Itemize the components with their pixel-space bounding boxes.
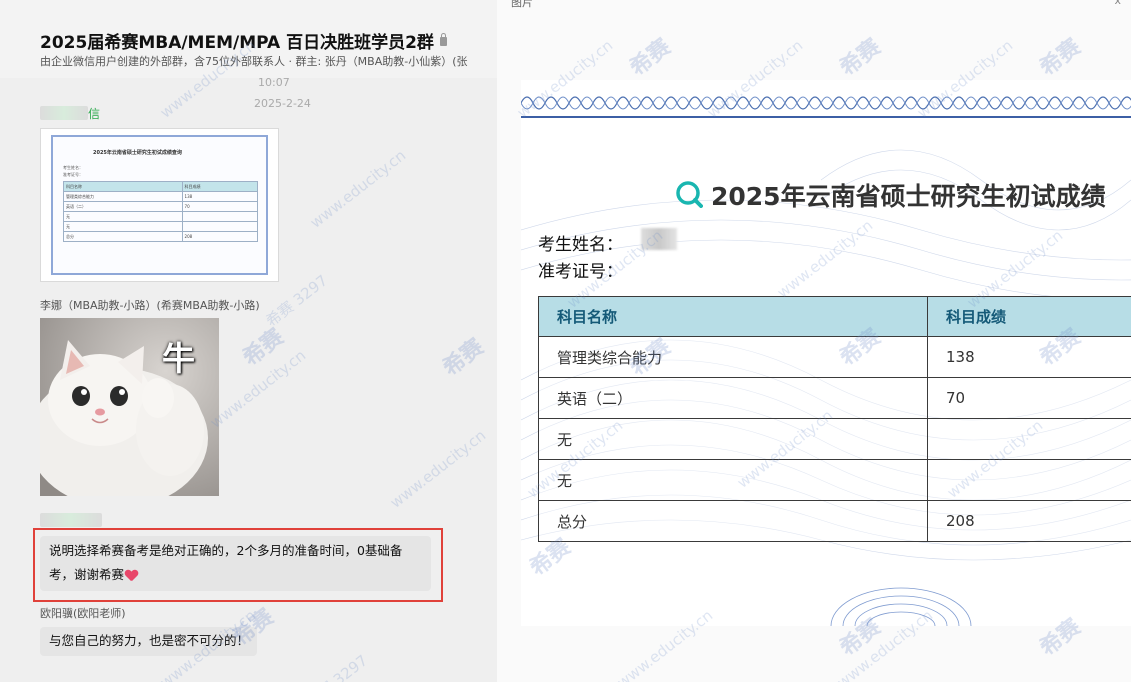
table-header-row: 科目名称 科目成绩 (538, 296, 1131, 337)
thumbnail-cell: 70 (181, 201, 259, 212)
sticker-caption: 牛 (162, 339, 195, 378)
subject-cell: 无 (538, 459, 928, 501)
search-logo-icon (676, 181, 703, 208)
table-row: 无 (538, 418, 1131, 460)
highlight-box (33, 528, 443, 602)
watermark-brand: 希赛 (438, 334, 489, 382)
thumbnail-cell: 208 (181, 231, 259, 242)
sender-name: 欧阳骥(欧阳老师) (40, 607, 126, 620)
thumbnail-cell: 英语（二） (63, 201, 183, 212)
watermark-brand: 希赛 (238, 324, 289, 372)
subject-cell: 管理类综合能力 (538, 336, 928, 378)
chat-pane: 2025届希赛MBA/MEM/MPA 百日决胜班学员2群 由企业微信用户创建的外… (0, 0, 497, 682)
thumbnail-cell: 科目成绩 (181, 181, 259, 192)
score-cell (927, 418, 1131, 460)
timestamp: 10:07 (258, 76, 290, 89)
table-row: 总分 208 (538, 500, 1131, 542)
column-header: 科目成绩 (927, 296, 1131, 337)
subject-cell: 无 (538, 418, 928, 460)
message-bubble[interactable]: 与您自己的努力，也是密不可分的！ (40, 627, 258, 656)
sender-name: 李娜（MBA助教-小路）(希赛MBA助教-小路) (40, 299, 260, 312)
watermark-brand: 希赛 (835, 34, 886, 82)
score-cell: 208 (927, 500, 1131, 542)
table-row: 管理类综合能力 138 (538, 336, 1131, 378)
thumbnail-cell (181, 221, 259, 232)
score-cell (927, 459, 1131, 501)
group-title-text: 2025届希赛MBA/MEM/MPA 百日决胜班学员2群 (40, 33, 434, 53)
timestamp-date: 2025-2-24 (254, 97, 311, 110)
group-title[interactable]: 2025届希赛MBA/MEM/MPA 百日决胜班学员2群 (40, 28, 447, 53)
candidate-name-label: 考生姓名： (538, 235, 623, 255)
candidate-name-redacted (641, 228, 677, 250)
table-row: 无 (538, 459, 1131, 501)
watermark-text: www.educity.cn (206, 346, 310, 432)
thumbnail-cell: 无 (63, 221, 183, 232)
blurred-sender-name (40, 106, 88, 120)
subject-cell: 英语（二） (538, 377, 928, 419)
watermark-brand: 希赛 (625, 34, 676, 82)
message-text: 与您自己的努力，也是密不可分的！ (49, 633, 250, 648)
thumbnail-title: 2025年云南省硕士研究生初试成绩查询 (93, 150, 182, 156)
thumbnail-cell: 总分 (63, 231, 183, 242)
viewer-tab[interactable]: 图片 (511, 0, 533, 10)
watermark-text: www.educity.cn (306, 146, 410, 232)
table-row: 英语（二） 70 (538, 377, 1131, 419)
thumbnail-cell: 无 (63, 211, 183, 222)
image-viewer: 图片 x 2025年云南省硕士研究生初试成绩 考生姓名： 准考证号： 科目名称 … (497, 0, 1131, 682)
thumbnail-cell (181, 211, 259, 222)
watermark-qq: 希赛 3297 (302, 651, 372, 682)
subject-cell: 总分 (538, 500, 928, 542)
score-certificate: 2025年云南省硕士研究生初试成绩 考生姓名： 准考证号： 科目名称 科目成绩 … (521, 80, 1131, 626)
group-subtitle: 由企业微信用户创建的外部群，含75位外部联系人 · 群主: 张丹（MBA助教-小… (40, 55, 468, 68)
blurred-sender-name (40, 513, 102, 527)
thumbnail-name-label: 考生姓名： (63, 165, 83, 170)
score-cell: 70 (927, 377, 1131, 419)
lock-icon (439, 32, 447, 46)
thumbnail-table: 科目名称 科目成绩 管理类综合能力 138 英语（二） 70 无 无 总分 208 (63, 181, 259, 242)
certificate-title: 2025年云南省硕士研究生初试成绩 (711, 182, 1106, 211)
close-button[interactable]: x (1114, 0, 1121, 7)
column-header: 科目名称 (538, 296, 928, 337)
chat-header: 2025届希赛MBA/MEM/MPA 百日决胜班学员2群 由企业微信用户创建的外… (0, 0, 497, 78)
image-thumbnail[interactable]: 2025年云南省硕士研究生初试成绩查询 考生姓名： 准考证号： 科目名称 科目成绩… (40, 128, 279, 282)
watermark-text: www.educity.cn (386, 426, 490, 512)
thumbnail-cell: 管理类综合能力 (63, 191, 183, 202)
thumbnail-certificate: 2025年云南省硕士研究生初试成绩查询 考生姓名： 准考证号： 科目名称 科目成绩… (51, 135, 268, 275)
score-table: 科目名称 科目成绩 管理类综合能力 138 英语（二） 70 无 无 总分 20 (538, 296, 1131, 542)
watermark-brand: 希赛 (1035, 34, 1086, 82)
exam-id-label: 准考证号： (538, 262, 623, 282)
thumbnail-cell: 138 (181, 191, 259, 202)
thumbnail-cell: 科目名称 (63, 181, 183, 192)
thumbnail-id-label: 准考证号： (63, 172, 83, 177)
cat-sticker[interactable]: 牛 (40, 318, 219, 496)
sender-name-suffix: 信 (88, 107, 101, 121)
score-cell: 138 (927, 336, 1131, 378)
